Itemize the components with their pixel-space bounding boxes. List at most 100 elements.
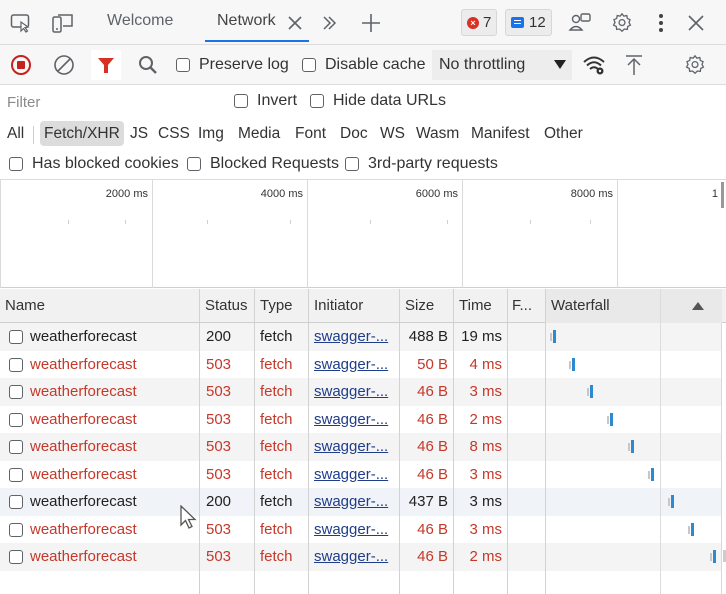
network-overview-timeline[interactable]: 2000 ms 4000 ms 6000 ms 8000 ms 1 — [0, 180, 726, 288]
request-name[interactable]: weatherforecast — [30, 461, 137, 489]
waterfall-bar[interactable] — [691, 522, 695, 536]
type-css[interactable]: CSS — [154, 121, 194, 146]
column-divider[interactable] — [399, 289, 400, 594]
column-divider[interactable] — [453, 289, 454, 594]
row-checkbox[interactable] — [9, 467, 23, 482]
column-size[interactable]: Size — [400, 289, 453, 323]
type-img[interactable]: Img — [194, 121, 228, 146]
close-icon[interactable] — [683, 10, 709, 36]
request-initiator-link[interactable]: swagger-... — [314, 543, 388, 571]
type-fetch-xhr[interactable]: Fetch/XHR — [40, 121, 124, 146]
row-checkbox[interactable] — [9, 385, 23, 399]
row-checkbox[interactable] — [9, 522, 23, 537]
table-row[interactable]: weatherforecast 503 fetch swagger-... 46 B 8 … — [0, 433, 722, 461]
type-doc[interactable]: Doc — [336, 121, 372, 146]
hide-data-urls-checkbox[interactable]: Hide data URLs — [310, 92, 446, 110]
column-divider[interactable] — [507, 289, 508, 594]
errors-badge[interactable]: × 7 — [461, 9, 498, 36]
table-row[interactable]: weatherforecast 200 fetch swagger-... 488 B 1… — [0, 323, 722, 351]
column-time[interactable]: Time — [454, 289, 507, 323]
chevron-double-right-icon[interactable] — [316, 10, 342, 36]
blocked-requests-checkbox[interactable]: Blocked Requests — [187, 155, 339, 173]
record-stop-icon[interactable] — [7, 52, 35, 78]
disable-cache-box[interactable] — [302, 58, 316, 72]
request-initiator-link[interactable]: swagger-... — [314, 351, 388, 379]
type-other[interactable]: Other — [540, 121, 587, 146]
settings-icon[interactable] — [609, 10, 635, 36]
clear-icon[interactable] — [50, 52, 78, 78]
messages-badge[interactable]: 12 — [505, 9, 552, 36]
table-row[interactable]: weatherforecast 503 fetch swagger-... 46 B 3 … — [0, 460, 722, 489]
blocked-requests-box[interactable] — [187, 157, 201, 171]
row-checkbox[interactable] — [9, 440, 23, 454]
request-name[interactable]: weatherforecast — [30, 516, 137, 544]
filter-icon[interactable] — [91, 50, 121, 80]
inspect-icon[interactable] — [8, 10, 34, 36]
request-name[interactable]: weatherforecast — [30, 323, 137, 351]
has-blocked-cookies-checkbox[interactable]: Has blocked cookies — [9, 155, 179, 173]
tab-welcome[interactable]: Welcome — [107, 12, 173, 30]
third-party-box[interactable] — [345, 157, 359, 171]
request-name[interactable]: weatherforecast — [30, 378, 137, 406]
type-ws[interactable]: WS — [376, 121, 409, 146]
request-name[interactable]: weatherforecast — [30, 351, 137, 379]
request-name[interactable]: weatherforecast — [30, 406, 137, 434]
table-scrollbar[interactable] — [721, 323, 726, 594]
row-checkbox[interactable] — [9, 330, 23, 344]
type-font[interactable]: Font — [291, 121, 330, 146]
waterfall-bar[interactable] — [650, 467, 654, 481]
type-manifest[interactable]: Manifest — [467, 121, 534, 146]
request-name[interactable]: weatherforecast — [30, 488, 137, 516]
type-wasm[interactable]: Wasm — [412, 121, 463, 146]
request-name[interactable]: weatherforecast — [30, 433, 137, 461]
filter-input[interactable] — [2, 89, 216, 115]
request-initiator-link[interactable]: swagger-... — [314, 433, 388, 461]
request-initiator-link[interactable]: swagger-... — [314, 461, 388, 489]
column-status[interactable]: Status — [200, 289, 255, 323]
column-name[interactable]: Name — [0, 289, 199, 323]
column-divider[interactable] — [254, 289, 255, 594]
request-name[interactable]: weatherforecast — [30, 543, 137, 571]
column-divider[interactable] — [308, 289, 309, 594]
disable-cache-checkbox[interactable]: Disable cache — [302, 56, 426, 74]
search-icon[interactable] — [134, 52, 162, 78]
feedback-icon[interactable] — [567, 10, 593, 36]
row-checkbox[interactable] — [9, 412, 23, 427]
close-tab-icon[interactable] — [282, 10, 308, 36]
table-row[interactable]: weatherforecast 503 fetch swagger-... 50 B 4 … — [0, 350, 722, 379]
hide-data-urls-box[interactable] — [310, 94, 324, 108]
preserve-log-box[interactable] — [176, 58, 190, 72]
table-row[interactable]: weatherforecast 200 fetch swagger-... 437 B 3… — [0, 488, 722, 516]
invert-checkbox[interactable]: Invert — [234, 92, 297, 110]
row-checkbox[interactable] — [9, 495, 23, 509]
invert-box[interactable] — [234, 94, 248, 108]
type-all[interactable]: All — [3, 121, 28, 146]
preserve-log-checkbox[interactable]: Preserve log — [176, 56, 289, 74]
plus-icon[interactable] — [358, 10, 384, 36]
table-row[interactable]: weatherforecast 503 fetch swagger-... 46 B 2 … — [0, 543, 722, 571]
request-initiator-link[interactable]: swagger-... — [314, 516, 388, 544]
row-checkbox[interactable] — [9, 550, 23, 564]
column-initiator[interactable]: Initiator — [309, 289, 400, 323]
waterfall-bar[interactable] — [712, 550, 716, 563]
column-divider[interactable] — [545, 289, 546, 594]
overview-scroll-handle[interactable] — [721, 182, 724, 208]
type-js[interactable]: JS — [126, 121, 152, 146]
waterfall-bar[interactable] — [610, 412, 614, 426]
column-divider[interactable] — [199, 289, 200, 594]
has-blocked-cookies-box[interactable] — [9, 157, 23, 171]
request-initiator-link[interactable]: swagger-... — [314, 406, 388, 434]
more-vert-icon[interactable] — [648, 10, 674, 36]
third-party-checkbox[interactable]: 3rd-party requests — [345, 155, 498, 173]
column-type[interactable]: Type — [255, 289, 308, 323]
table-row[interactable]: weatherforecast 503 fetch swagger-... 46 B 3 … — [0, 515, 722, 544]
request-initiator-link[interactable]: swagger-... — [314, 323, 388, 351]
type-media[interactable]: Media — [234, 121, 284, 146]
request-initiator-link[interactable]: swagger-... — [314, 378, 388, 406]
waterfall-bar[interactable] — [590, 385, 594, 398]
column-fulfilled[interactable]: F... — [507, 289, 545, 323]
waterfall-bar[interactable] — [553, 330, 557, 343]
table-row[interactable]: weatherforecast 503 fetch swagger-... 46 B 2 … — [0, 405, 722, 434]
table-row[interactable]: weatherforecast 503 fetch swagger-... 46 B 3 … — [0, 378, 722, 406]
tab-network[interactable]: Network — [217, 12, 276, 30]
